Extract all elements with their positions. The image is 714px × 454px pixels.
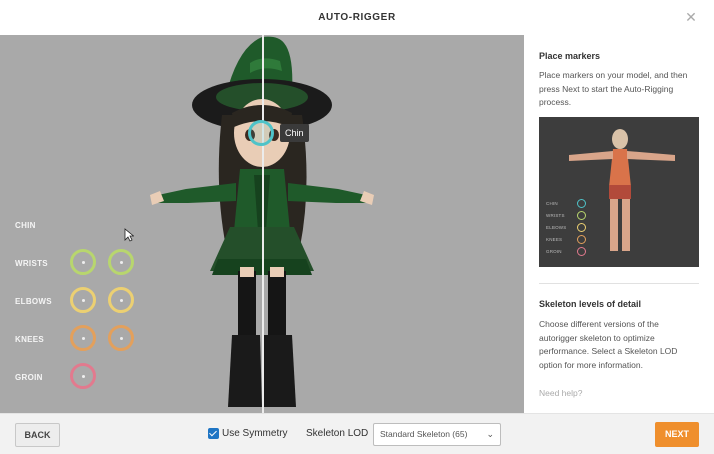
preview-groin-ring [577, 247, 586, 256]
preview-elbows-ring [577, 223, 586, 232]
skeleton-lod-label: Skeleton LOD [306, 428, 369, 439]
skeleton-lod-select[interactable]: Standard Skeleton (65) ⌄ [373, 423, 501, 446]
need-help-link[interactable]: Need help? [539, 388, 582, 398]
preview-label-chin: CHIN [546, 201, 558, 206]
model-viewport[interactable]: Chin CHIN WRISTS ELBOWS KNEES GROIN [0, 35, 524, 413]
lod-text: Choose different versions of the autorig… [539, 319, 678, 370]
elbow-right-marker[interactable] [108, 287, 134, 313]
lod-heading: Skeleton levels of detail [539, 299, 642, 309]
preview-chin-ring [577, 199, 586, 208]
instructions-panel: Place markers Place markers on your mode… [524, 35, 714, 413]
wrist-right-marker[interactable] [108, 249, 134, 275]
title-bar: AUTO-RIGGER ✕ [0, 0, 714, 35]
preview-label-groin: GROIN [546, 249, 562, 254]
chin-marker[interactable] [248, 120, 274, 146]
use-symmetry-label[interactable]: Use Symmetry [222, 427, 288, 441]
preview-label-knees: KNEES [546, 237, 563, 242]
wrist-left-marker[interactable] [70, 249, 96, 275]
knee-right-marker[interactable] [108, 325, 134, 351]
groin-marker[interactable] [70, 363, 96, 389]
symmetry-line [262, 35, 264, 413]
chevron-down-icon: ⌄ [486, 429, 494, 439]
preview-figure [569, 129, 675, 251]
place-markers-heading: Place markers [539, 51, 601, 61]
knee-left-marker[interactable] [70, 325, 96, 351]
marker-preview-image: CHIN WRISTS ELBOWS KNEES GROIN [539, 117, 699, 267]
next-button[interactable]: NEXT [655, 422, 699, 447]
preview-wrists-ring [577, 211, 586, 220]
marker-label-groin: GROIN [15, 373, 43, 382]
panel-divider [539, 283, 699, 284]
mouse-cursor-icon [124, 228, 134, 242]
marker-label-wrists: WRISTS [15, 259, 48, 268]
auto-rigger-dialog: AUTO-RIGGER ✕ Chin CHIN WRISTS ELBOWS KN… [0, 0, 714, 454]
marker-label-chin: CHIN [15, 221, 36, 230]
marker-label-elbows: ELBOWS [15, 297, 52, 306]
marker-label-knees: KNEES [15, 335, 45, 344]
footer-bar: BACK Use Symmetry Skeleton LOD Standard … [0, 413, 714, 454]
elbow-left-marker[interactable] [70, 287, 96, 313]
skeleton-lod-value: Standard Skeleton (65) [380, 429, 468, 439]
chin-tooltip: Chin [280, 124, 309, 142]
place-markers-text: Place markers on your model, and then pr… [539, 70, 688, 107]
preview-label-wrists: WRISTS [546, 213, 565, 218]
use-symmetry-checkbox[interactable] [208, 428, 219, 439]
preview-knees-ring [577, 235, 586, 244]
preview-label-elbows: ELBOWS [546, 225, 567, 230]
back-button[interactable]: BACK [15, 423, 60, 447]
close-icon[interactable]: ✕ [684, 10, 698, 24]
dialog-title: AUTO-RIGGER [318, 12, 396, 23]
